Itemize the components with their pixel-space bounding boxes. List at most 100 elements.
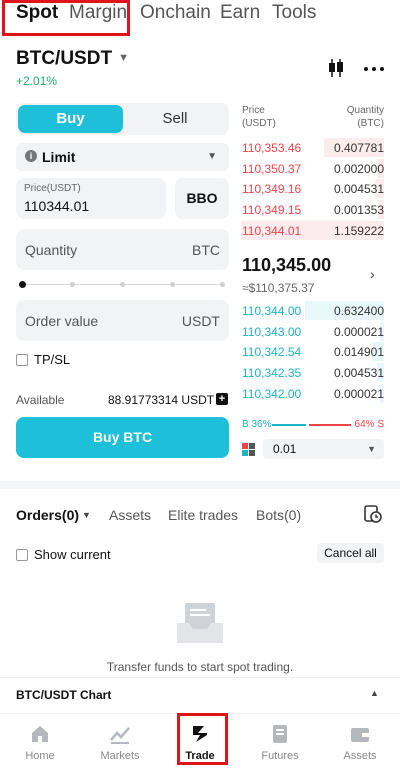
caret-down-icon: ▼ <box>367 444 376 454</box>
more-icon[interactable] <box>364 67 384 71</box>
empty-message: Transfer funds to start spot trading. <box>106 660 294 674</box>
bid-row[interactable]: 110,342.00 0.000021 <box>240 383 384 403</box>
nav-home[interactable]: Home <box>0 714 80 769</box>
book-layout-icon[interactable] <box>242 443 255 456</box>
cancel-all-button[interactable]: Cancel all <box>317 543 384 563</box>
futures-icon <box>273 725 287 743</box>
candlestick-icon[interactable] <box>327 58 345 78</box>
buy-ratio: B 36% <box>242 419 272 430</box>
ask-row[interactable]: 110,344.01 1.159222 <box>240 220 384 240</box>
ask-row[interactable]: 110,349.16 0.004531 <box>240 179 384 199</box>
ask-quantity: 0.002000 <box>333 161 384 176</box>
ask-price: 110,353.46 <box>242 141 302 155</box>
caret-down-icon: ▼ <box>118 52 129 64</box>
bid-price: 110,342.00 <box>242 386 302 401</box>
show-current-checkbox[interactable] <box>16 549 28 561</box>
buy-btc-button[interactable]: Buy BTC <box>16 417 229 458</box>
bid-row[interactable]: 110,344.00 0.632400 <box>240 301 384 320</box>
caret-up-icon: ▲ <box>370 688 379 698</box>
bid-quantity: 0.000021 <box>333 324 384 339</box>
tab-onchain[interactable]: Onchain <box>140 2 211 24</box>
bid-row[interactable]: 110,342.35 0.004531 <box>240 363 384 383</box>
tab-assets[interactable]: Assets <box>109 507 151 523</box>
ask-row[interactable]: 110,353.46 0.407781 <box>240 138 384 157</box>
ask-price: 110,344.01 <box>242 223 302 238</box>
tab-tools[interactable]: Tools <box>272 2 316 24</box>
wallet-icon <box>351 728 369 742</box>
pair-symbol: BTC/USDT <box>16 48 113 69</box>
sell-ratio: 64% S <box>354 419 384 430</box>
ask-row[interactable]: 110,350.37 0.002000 <box>240 158 384 178</box>
tab-spot[interactable]: Spot <box>16 2 58 24</box>
show-current-label: Show current <box>34 547 111 562</box>
nav-markets-label: Markets <box>100 750 140 762</box>
amount-slider[interactable] <box>19 281 225 288</box>
ob-price-header: Price (USDT) <box>242 105 276 129</box>
order-history-icon[interactable] <box>363 504 383 524</box>
bid-quantity: 0.014901 <box>333 345 384 360</box>
chevron-right-icon[interactable]: › <box>370 266 375 282</box>
bid-quantity: 0.000021 <box>333 386 384 401</box>
nav-futures[interactable]: Futures <box>240 714 320 769</box>
order-value-input[interactable]: Order value USDT <box>16 300 229 341</box>
available-label: Available <box>16 393 65 407</box>
nav-trade-label: Trade <box>185 750 215 762</box>
home-icon <box>32 726 48 742</box>
bid-price: 110,342.54 <box>242 345 302 360</box>
ask-quantity: 0.004531 <box>333 182 384 197</box>
buy-tab[interactable]: Buy <box>18 105 123 133</box>
tab-bots[interactable]: Bots(0) <box>256 507 301 523</box>
nav-trade[interactable]: Trade <box>160 714 240 769</box>
section-divider <box>0 481 400 489</box>
tpsl-toggle[interactable]: TP/SL <box>16 351 70 369</box>
ask-quantity: 0.001353 <box>333 203 384 218</box>
slider-handle[interactable] <box>19 281 26 288</box>
buy-sell-ratio: B 36% 64% S <box>240 418 384 432</box>
price-label: Price(USDT) <box>24 183 81 194</box>
caret-down-icon: ▼ <box>207 151 217 162</box>
tab-margin[interactable]: Margin <box>69 2 127 24</box>
last-price-usd: ≈$110,375.37 <box>242 281 315 295</box>
transfer-plus-icon[interactable]: + <box>216 393 228 405</box>
bbo-button[interactable]: BBO <box>175 178 229 219</box>
tab-elite-trades[interactable]: Elite trades <box>168 507 238 523</box>
quantity-unit: BTC <box>192 242 220 258</box>
markets-icon <box>110 727 130 744</box>
show-current-toggle[interactable]: Show current <box>16 546 111 564</box>
bid-quantity: 0.632400 <box>333 304 384 318</box>
bid-row[interactable]: 110,342.54 0.014901 <box>240 342 384 362</box>
sell-tab[interactable]: Sell <box>123 105 227 133</box>
ask-row[interactable]: 110,349.15 0.001353 <box>240 200 384 220</box>
order-type-select[interactable]: i Limit ▼ <box>16 143 229 171</box>
ask-quantity: 0.407781 <box>333 141 384 155</box>
price-change: +2.01% <box>16 74 58 88</box>
order-type-value: Limit <box>42 149 76 165</box>
tpsl-checkbox[interactable] <box>16 354 28 366</box>
nav-assets[interactable]: Assets <box>320 714 400 769</box>
nav-futures-label: Futures <box>261 750 299 762</box>
info-icon[interactable]: i <box>25 150 37 162</box>
caret-down-icon[interactable]: ▼ <box>82 510 91 520</box>
tab-orders[interactable]: Orders(0) <box>16 507 79 523</box>
precision-select[interactable]: 0.01 ▼ <box>263 439 384 459</box>
price-input[interactable]: Price(USDT) 110344.01 <box>16 178 166 219</box>
nav-home-label: Home <box>25 750 55 762</box>
pair-selector[interactable]: BTC/USDT ▼ <box>16 48 129 70</box>
nav-markets[interactable]: Markets <box>80 714 160 769</box>
bid-row[interactable]: 110,343.00 0.000021 <box>240 321 384 341</box>
bid-price: 110,344.00 <box>242 304 302 318</box>
quantity-input[interactable]: Quantity BTC <box>16 229 229 270</box>
order-value-unit: USDT <box>181 313 220 329</box>
precision-value: 0.01 <box>273 442 297 456</box>
bottom-nav: Home Markets Trade Futures Assets <box>0 713 400 769</box>
chart-toggle[interactable]: BTC/USDT Chart ▲ <box>0 677 400 712</box>
quantity-placeholder: Quantity <box>25 242 78 258</box>
bid-quantity: 0.004531 <box>333 366 384 381</box>
tpsl-label: TP/SL <box>34 352 71 367</box>
chart-toggle-label: BTC/USDT Chart <box>16 688 112 702</box>
side-toggle: Buy Sell <box>16 103 229 135</box>
bid-price: 110,343.00 <box>242 324 302 339</box>
depth-controls: 0.01 ▼ <box>242 439 384 459</box>
tab-earn[interactable]: Earn <box>220 2 260 24</box>
ask-price: 110,349.16 <box>242 182 302 197</box>
